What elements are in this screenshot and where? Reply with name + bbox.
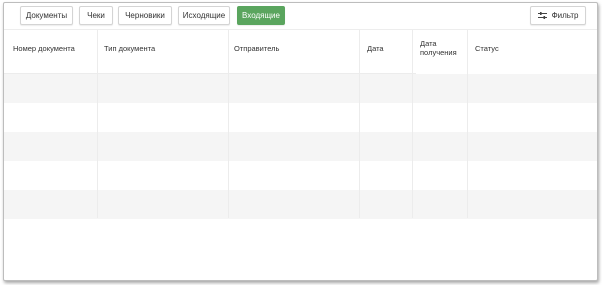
column-header-document-number[interactable]: Номер документа (13, 44, 75, 53)
column-header-date[interactable]: Дата (367, 44, 384, 53)
tab-incoming[interactable]: Входящие (237, 6, 285, 25)
column-header-sender[interactable]: Отправитель (234, 44, 279, 53)
documents-panel: Документы Чеки Черновики Исходящие Входя… (3, 2, 598, 281)
table-header: Номер документа Тип документа Отправител… (4, 30, 597, 74)
column-divider (467, 30, 468, 218)
table-row[interactable] (4, 190, 597, 219)
tab-outgoing[interactable]: Исходящие (178, 6, 230, 25)
filter-button[interactable]: Фильтр (530, 6, 586, 25)
tab-documents[interactable]: Документы (20, 6, 73, 25)
filter-icon (537, 12, 547, 19)
column-divider (97, 30, 98, 218)
tab-receipts[interactable]: Чеки (79, 6, 113, 25)
column-header-status[interactable]: Статус (475, 44, 499, 53)
column-divider (359, 30, 360, 218)
table-row[interactable] (4, 74, 597, 103)
column-header-received-date[interactable]: Дата получения (420, 39, 464, 57)
table-row[interactable] (4, 161, 597, 190)
filter-label: Фильтр (551, 11, 579, 20)
column-divider (228, 30, 229, 218)
column-divider (412, 30, 413, 218)
tab-drafts[interactable]: Черновики (118, 6, 172, 25)
table-row[interactable] (4, 103, 597, 132)
table-row[interactable] (4, 132, 597, 161)
column-header-document-type[interactable]: Тип документа (104, 44, 155, 53)
